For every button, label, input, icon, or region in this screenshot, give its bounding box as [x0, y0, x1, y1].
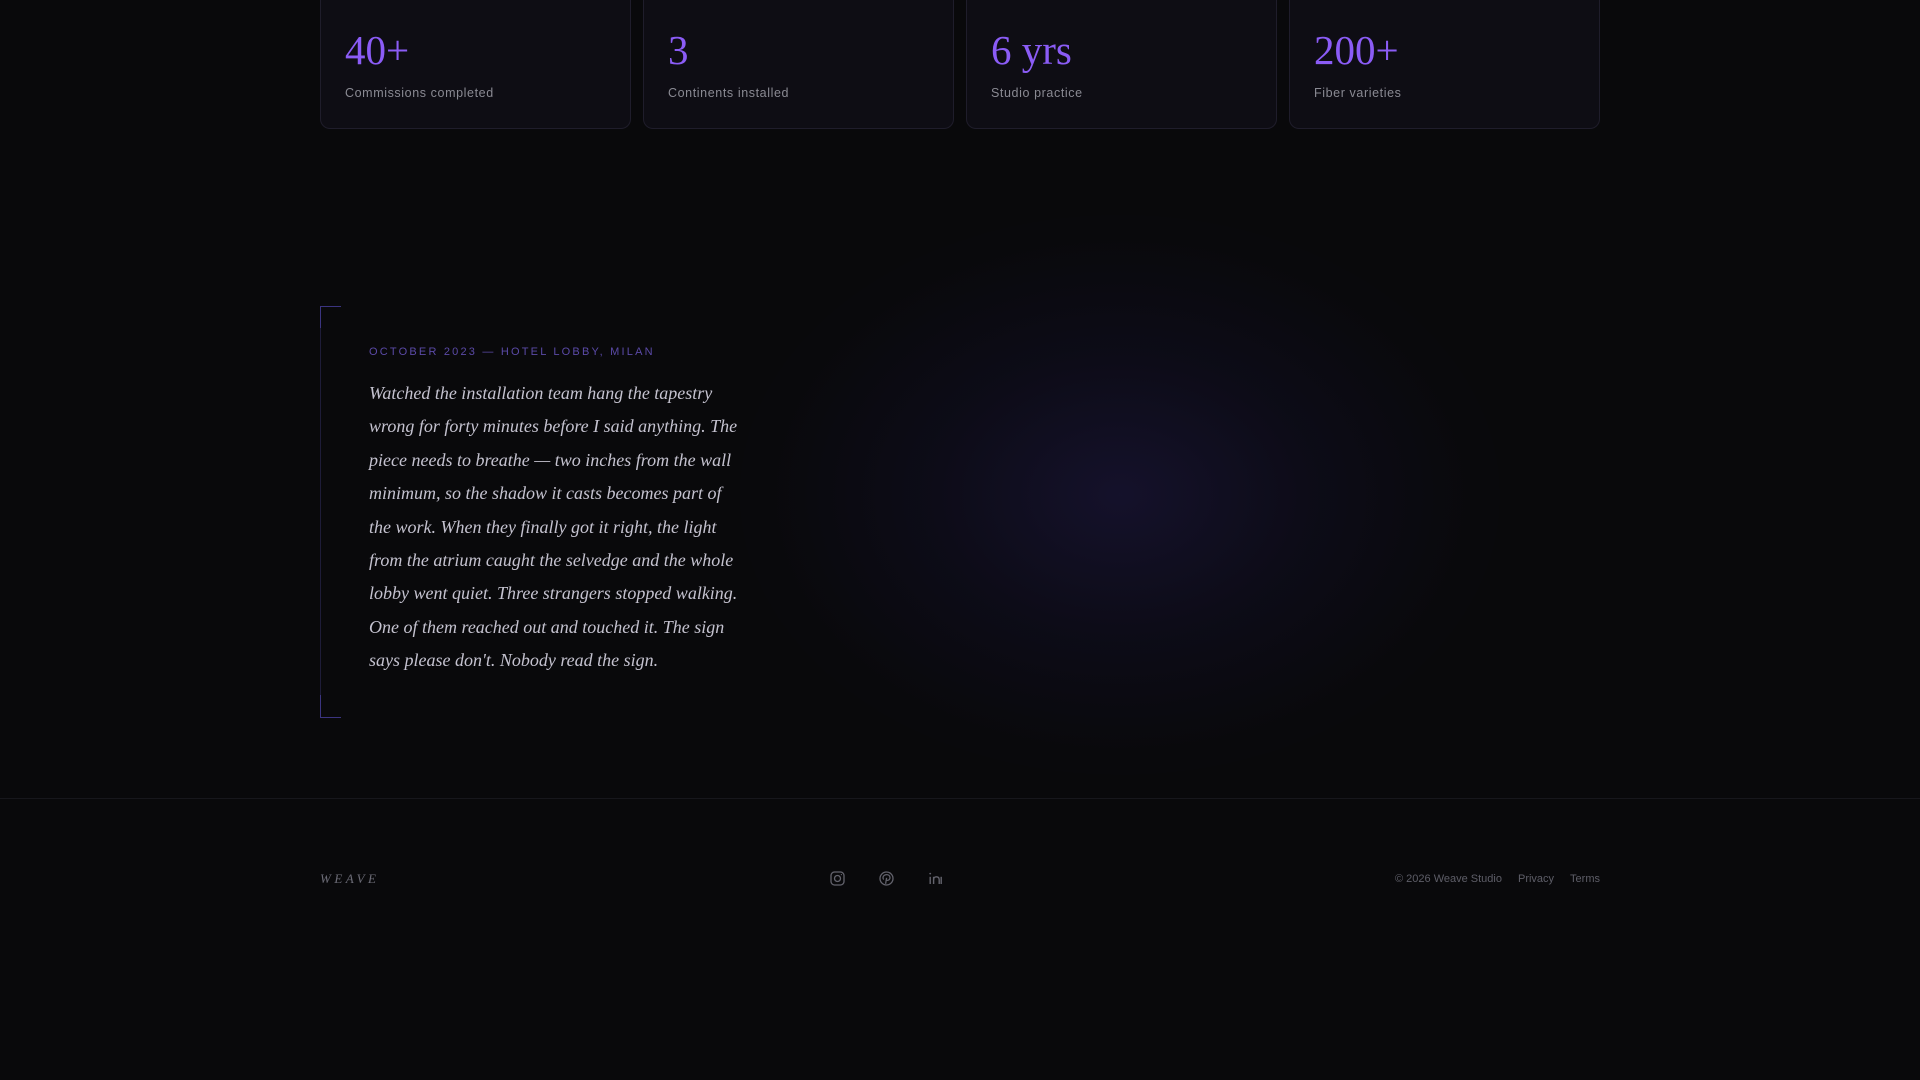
bracket-bottom-ornament: [320, 695, 341, 718]
stat-label: Studio practice: [991, 86, 1083, 100]
social-links: [829, 870, 944, 887]
legal-links: © 2026 Weave Studio Privacy Terms: [1395, 873, 1600, 885]
footer-brand-logo[interactable]: WEAVE: [320, 871, 379, 887]
stat-label: Commissions completed: [345, 86, 494, 100]
copyright-text: © 2026 Weave Studio: [1395, 873, 1502, 885]
stats-row: 40+ Commissions completed 3 Continents i…: [320, 0, 1600, 129]
stat-label: Fiber varieties: [1314, 86, 1402, 100]
privacy-link[interactable]: Privacy: [1518, 873, 1554, 885]
journal-entry: OCTOBER 2023 — HOTEL LOBBY, MILAN Watche…: [320, 306, 750, 718]
stat-value: 3: [668, 27, 689, 73]
journal-text: Watched the installation team hang the t…: [369, 383, 738, 671]
journal-date: OCTOBER 2023 — HOTEL LOBBY, MILAN: [369, 346, 655, 358]
stat-value: 200+: [1314, 27, 1399, 73]
stat-card-studio-practice: 6 yrs Studio practice: [966, 0, 1277, 129]
linkedin-icon[interactable]: [927, 870, 944, 887]
bracket-line-ornament: [320, 328, 321, 698]
pinterest-icon[interactable]: [878, 870, 895, 887]
stat-card-continents: 3 Continents installed: [643, 0, 954, 129]
instagram-icon[interactable]: [829, 870, 846, 887]
bracket-top-ornament: [320, 306, 341, 329]
stat-card-fiber-varieties: 200+ Fiber varieties: [1289, 0, 1600, 129]
stat-value: 6 yrs: [991, 27, 1072, 73]
footer-divider: [0, 798, 1920, 799]
stat-label: Continents installed: [668, 86, 790, 100]
terms-link[interactable]: Terms: [1570, 873, 1600, 885]
background-glow: [740, 215, 1500, 775]
stat-card-commissions: 40+ Commissions completed: [320, 0, 631, 129]
stat-value: 40+: [345, 27, 410, 73]
footer: WEAVE © 2026 Weave Studio Privacy Terms: [320, 866, 1600, 892]
